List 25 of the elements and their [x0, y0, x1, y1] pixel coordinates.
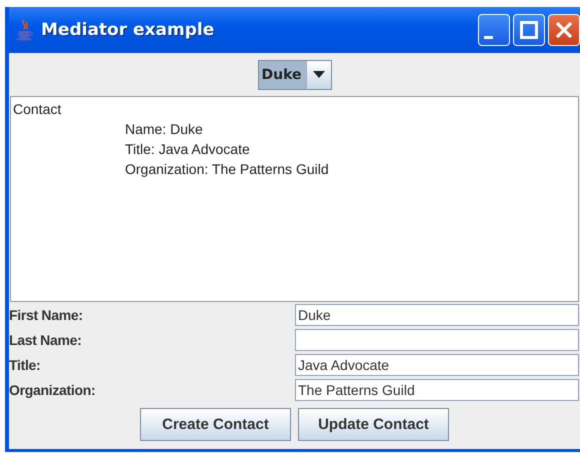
close-icon — [555, 21, 573, 39]
contact-dropdown[interactable]: Duke — [258, 60, 332, 90]
action-button[interactable]: Update Contact — [298, 408, 449, 441]
coffee-cup-icon — [15, 19, 35, 41]
input-field[interactable]: Java Advocate — [295, 354, 579, 376]
contact-detail: Title: Java Advocate — [124, 140, 251, 159]
input-field[interactable]: Duke — [295, 304, 579, 326]
field-label: First Name: — [9, 306, 84, 325]
minimize-icon — [484, 36, 492, 38]
contact-detail: Organization: The Patterns Guild — [124, 160, 330, 179]
window-title: Mediator example — [41, 20, 216, 40]
maximize-button[interactable] — [513, 14, 545, 46]
contact-detail: Name: Duke — [124, 120, 204, 139]
field-label: Organization: — [9, 381, 96, 400]
field-label: Last Name: — [9, 331, 82, 350]
caret-icon — [312, 70, 324, 78]
maximize-icon — [520, 21, 538, 39]
field-label: Title: — [9, 356, 42, 375]
contact-text-area[interactable]: Contact Name: Duke Title: Java Advocate Organization: The Patterns Guild — [10, 96, 579, 302]
input-field[interactable]: The Patterns Guild — [295, 379, 579, 401]
close-button[interactable] — [548, 14, 580, 46]
contact-heading: Contact — [13, 100, 62, 119]
input-field[interactable] — [295, 329, 579, 351]
action-button[interactable]: Create Contact — [140, 408, 291, 441]
minimize-button[interactable] — [478, 14, 510, 46]
